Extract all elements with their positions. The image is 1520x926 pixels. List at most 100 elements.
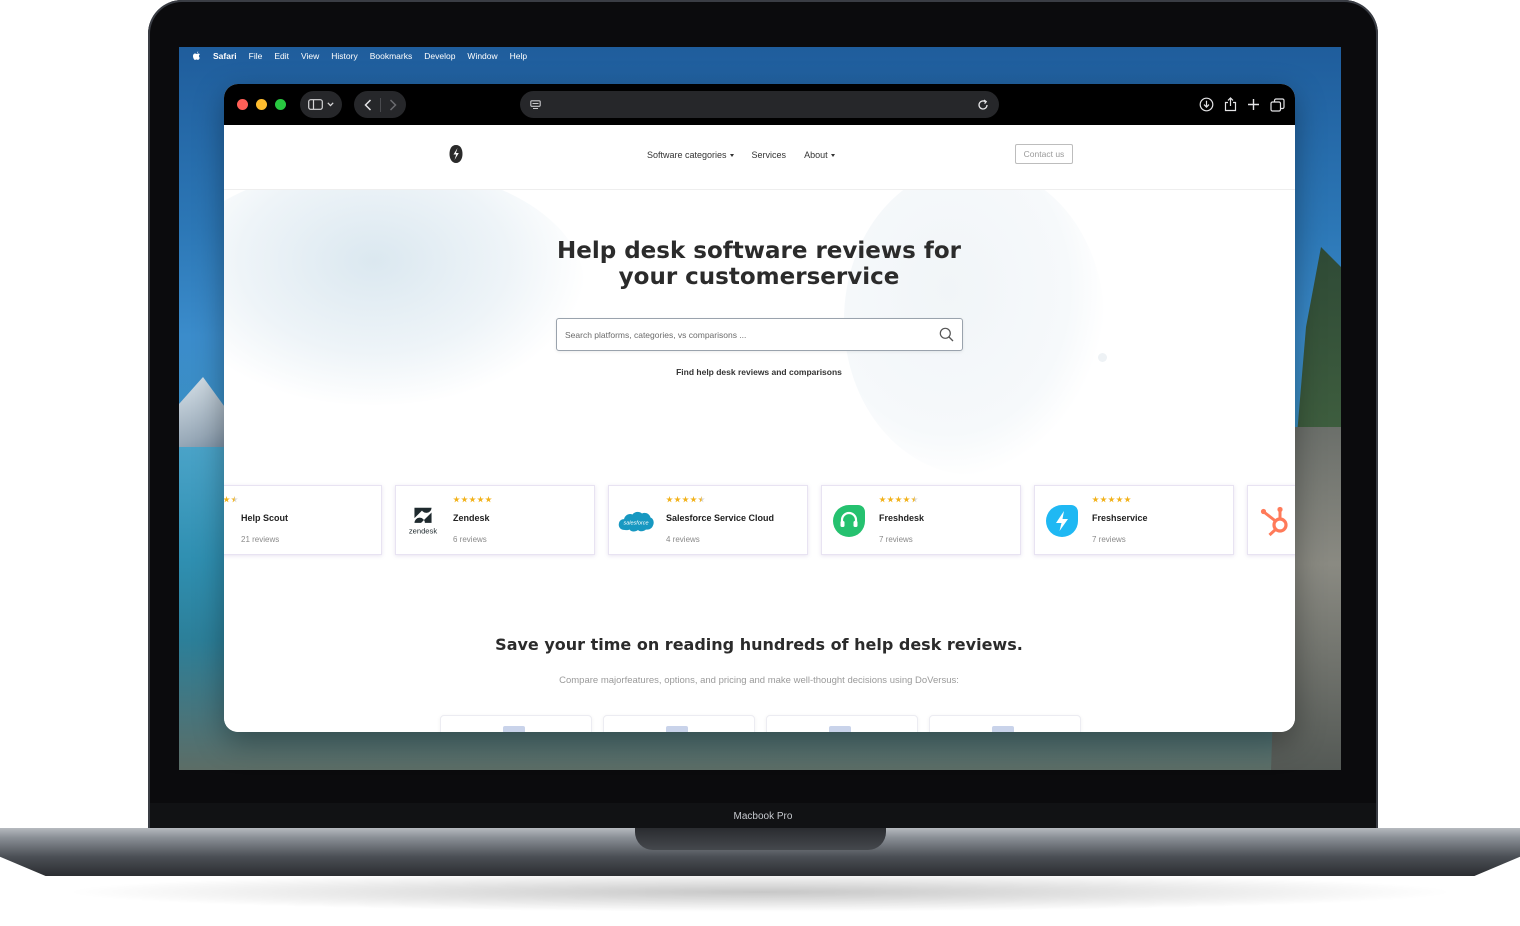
product-name: Help Scout <box>241 513 289 523</box>
sidebar-toggle-button[interactable] <box>300 91 342 118</box>
nav-label: About <box>804 150 828 160</box>
contact-us-button[interactable]: Contact us <box>1015 144 1073 164</box>
share-icon[interactable] <box>1224 97 1237 112</box>
star-icon <box>477 496 484 503</box>
rating-stars <box>666 496 705 503</box>
nav-label: Services <box>751 150 787 160</box>
feature-card[interactable] <box>929 715 1081 732</box>
star-icon <box>485 496 492 503</box>
nav-separator <box>379 97 381 112</box>
half-star-icon <box>231 496 238 503</box>
product-card-hubspot[interactable] <box>1247 485 1295 555</box>
zoom-window-button[interactable] <box>275 99 286 110</box>
sidebar-icon <box>308 99 323 110</box>
tab-overview-icon[interactable] <box>1270 97 1285 112</box>
star-icon <box>1124 496 1131 503</box>
salesforce-logo-text: salesforce <box>623 521 648 527</box>
star-icon <box>1108 496 1115 503</box>
star-icon <box>895 496 902 503</box>
star-icon <box>666 496 673 503</box>
product-card-freshdesk[interactable]: Freshdesk 7 reviews <box>821 485 1021 555</box>
feature-icon <box>829 726 851 732</box>
star-icon <box>903 496 910 503</box>
menubar-item-bookmarks[interactable]: Bookmarks <box>370 51 413 61</box>
chevron-down-icon <box>327 102 334 107</box>
star-icon <box>1092 496 1099 503</box>
feature-card[interactable] <box>440 715 592 732</box>
search-box <box>556 318 963 351</box>
feature-icon <box>666 726 688 732</box>
new-tab-icon[interactable] <box>1247 98 1260 111</box>
feature-card[interactable] <box>603 715 755 732</box>
address-bar[interactable] <box>520 91 999 118</box>
minimize-window-button[interactable] <box>256 99 267 110</box>
half-star-icon <box>911 496 918 503</box>
hubspot-logo-icon <box>1256 502 1294 540</box>
star-icon <box>1116 496 1123 503</box>
safari-window: Software categories Services About Conta… <box>224 84 1295 732</box>
zendesk-logo-text: zendesk <box>409 526 437 535</box>
feature-card[interactable] <box>766 715 918 732</box>
section-subtitle: Compare majorfeatures, options, and pric… <box>559 675 959 686</box>
product-carousel: Help Scout 21 reviews zendesk Zendesk 6 … <box>224 485 1295 557</box>
product-card-freshservice[interactable]: Freshservice 7 reviews <box>1034 485 1234 555</box>
device-label: Macbook Pro <box>733 811 793 822</box>
hero-title-line: your customerservice <box>618 264 900 290</box>
hero-decoration <box>1098 353 1107 362</box>
wallpaper-tree <box>1296 247 1341 447</box>
nav-label: Software categories <box>647 150 727 160</box>
search-icon[interactable] <box>939 327 954 342</box>
nav-about[interactable]: About <box>804 150 835 160</box>
hero-subtitle: Find help desk reviews and comparisons <box>676 367 842 377</box>
menubar-item-history[interactable]: History <box>331 51 357 61</box>
menubar-item-window[interactable]: Window <box>467 51 497 61</box>
search-input[interactable] <box>565 319 925 350</box>
site-header: Software categories Services About Conta… <box>224 125 1295 190</box>
laptop-shadow <box>60 872 1460 912</box>
star-icon <box>879 496 886 503</box>
menubar-item-file[interactable]: File <box>249 51 263 61</box>
back-icon[interactable] <box>363 98 372 111</box>
rating-stars <box>224 496 238 503</box>
menubar-item-help[interactable]: Help <box>510 51 527 61</box>
star-icon <box>453 496 460 503</box>
hero-title-line: Help desk software reviews for <box>557 238 961 264</box>
nav-software-categories[interactable]: Software categories <box>647 150 734 160</box>
os-menubar: Safari File Edit View History Bookmarks … <box>179 47 1341 65</box>
nav-services[interactable]: Services <box>752 150 787 160</box>
section-title: Save your time on reading hundreds of he… <box>495 635 1023 654</box>
forward-icon[interactable] <box>389 98 397 111</box>
laptop-bezel: Macbook Pro <box>150 803 1376 830</box>
feature-icon <box>992 726 1014 732</box>
product-name: Freshdesk <box>879 513 925 523</box>
star-icon <box>224 496 230 503</box>
product-card-help-scout[interactable]: Help Scout 21 reviews <box>224 485 382 555</box>
star-icon <box>690 496 697 503</box>
review-count: 6 reviews <box>453 535 487 544</box>
doversus-logo-icon[interactable] <box>448 144 464 164</box>
product-name: Freshservice <box>1092 513 1148 523</box>
close-window-button[interactable] <box>237 99 248 110</box>
main-nav: Software categories Services About <box>647 150 835 160</box>
apple-menu-icon[interactable] <box>191 51 201 61</box>
product-card-salesforce-service-cloud[interactable]: salesforce Salesforce Service Cloud 4 re… <box>608 485 808 555</box>
menubar-item-view[interactable]: View <box>301 51 319 61</box>
caret-down-icon <box>830 153 835 157</box>
review-count: 4 reviews <box>666 535 700 544</box>
review-count: 7 reviews <box>1092 535 1126 544</box>
reload-icon[interactable] <box>977 98 989 111</box>
hero-title: Help desk software reviews for your cust… <box>509 238 1009 290</box>
product-card-zendesk[interactable]: zendesk Zendesk 6 reviews <box>395 485 595 555</box>
feature-icon <box>503 726 525 732</box>
star-icon <box>461 496 468 503</box>
web-page: Software categories Services About Conta… <box>224 125 1295 732</box>
star-icon <box>674 496 681 503</box>
menubar-app-name[interactable]: Safari <box>213 51 237 61</box>
half-star-icon <box>698 496 705 503</box>
site-settings-icon[interactable] <box>530 99 541 110</box>
review-count: 21 reviews <box>241 535 280 544</box>
salesforce-logo-icon: salesforce <box>617 502 655 540</box>
menubar-item-develop[interactable]: Develop <box>424 51 455 61</box>
menubar-item-edit[interactable]: Edit <box>274 51 289 61</box>
download-icon[interactable] <box>1199 97 1214 112</box>
